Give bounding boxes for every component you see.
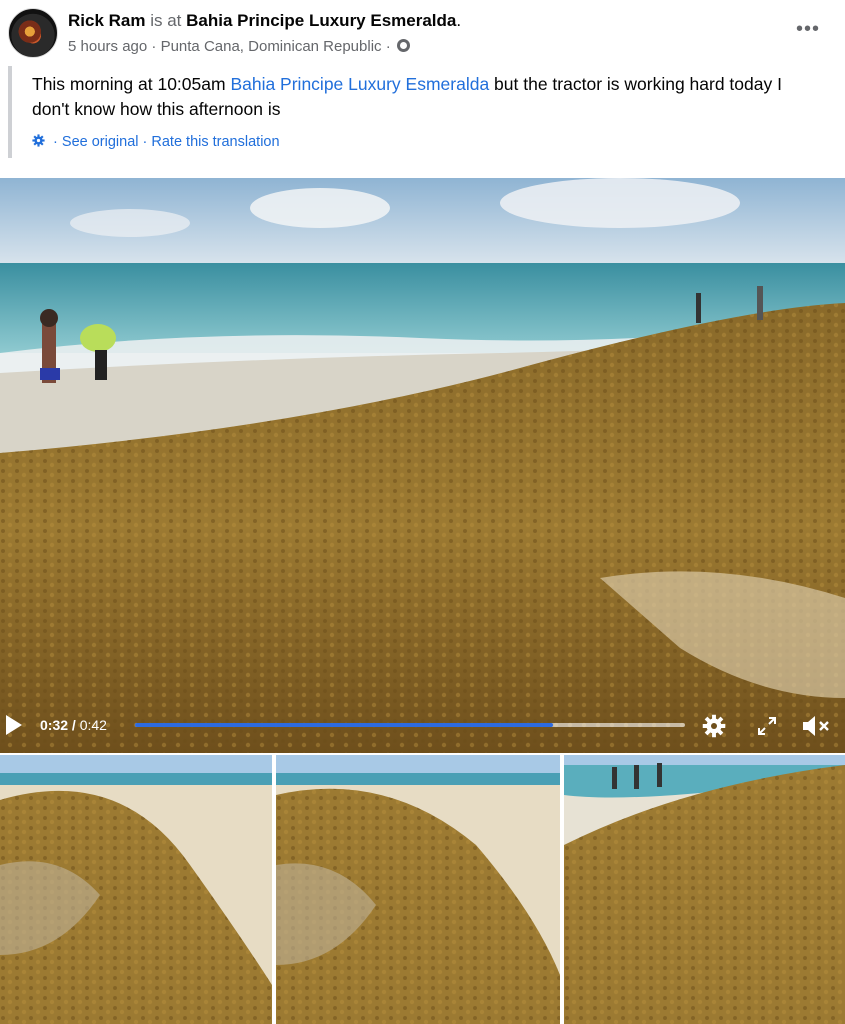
- translation-separator: ·: [53, 134, 58, 150]
- post-location[interactable]: Punta Cana, Dominican Republic: [161, 38, 382, 55]
- video-controls: 0:32 / 0:42: [0, 705, 845, 747]
- total-time: 0:42: [79, 717, 107, 733]
- checkin-place[interactable]: Bahia Principe Luxury Esmeralda: [186, 11, 456, 30]
- photo-grid: [0, 755, 845, 1024]
- current-time: 0:32: [40, 717, 69, 733]
- video-time: 0:32 / 0:42: [40, 717, 107, 733]
- post-header: Rick Ram is at Bahia Principe Luxury Esm…: [68, 11, 461, 31]
- play-icon[interactable]: [6, 715, 22, 735]
- fullscreen-icon[interactable]: [757, 716, 777, 736]
- video-frame: [0, 178, 845, 753]
- public-icon[interactable]: [396, 39, 410, 52]
- settings-icon[interactable]: [702, 714, 726, 738]
- meta-separator: ·: [151, 38, 157, 55]
- photo-image: [0, 755, 272, 1024]
- video-player[interactable]: 0:32 / 0:42: [0, 178, 845, 753]
- post-text-link[interactable]: Bahia Principe Luxury Esmeralda: [230, 74, 489, 94]
- rate-translation-link[interactable]: Rate this translation: [151, 134, 279, 150]
- post-text: This morning at 10:05am Bahia Principe L…: [32, 72, 822, 122]
- translation-separator: ·: [142, 134, 148, 150]
- translation-row: · See original · Rate this translation: [32, 134, 280, 150]
- avatar[interactable]: [8, 8, 58, 58]
- post-text-start: This morning at 10:05am: [32, 74, 231, 94]
- header-period: .: [456, 11, 462, 30]
- is-at-text: is at: [150, 11, 182, 30]
- post-meta: 5 hours ago · Punta Cana, Dominican Repu…: [68, 38, 410, 55]
- see-original-link[interactable]: See original: [62, 134, 139, 150]
- post-time[interactable]: 5 hours ago: [68, 38, 147, 55]
- video-progress-bar[interactable]: [135, 723, 685, 727]
- mute-icon[interactable]: [801, 714, 831, 738]
- more-options-button[interactable]: •••: [796, 18, 820, 41]
- photo-thumbnail[interactable]: [276, 755, 560, 1024]
- video-progress-fill: [135, 723, 553, 727]
- author-name[interactable]: Rick Ram: [68, 11, 145, 30]
- photo-thumbnail[interactable]: [0, 755, 272, 1024]
- meta-separator: ·: [385, 38, 391, 55]
- photo-thumbnail[interactable]: [564, 755, 845, 1024]
- translation-bar: [8, 66, 12, 158]
- photo-image: [276, 755, 560, 1024]
- gear-icon[interactable]: [32, 134, 45, 147]
- photo-image: [564, 755, 845, 1024]
